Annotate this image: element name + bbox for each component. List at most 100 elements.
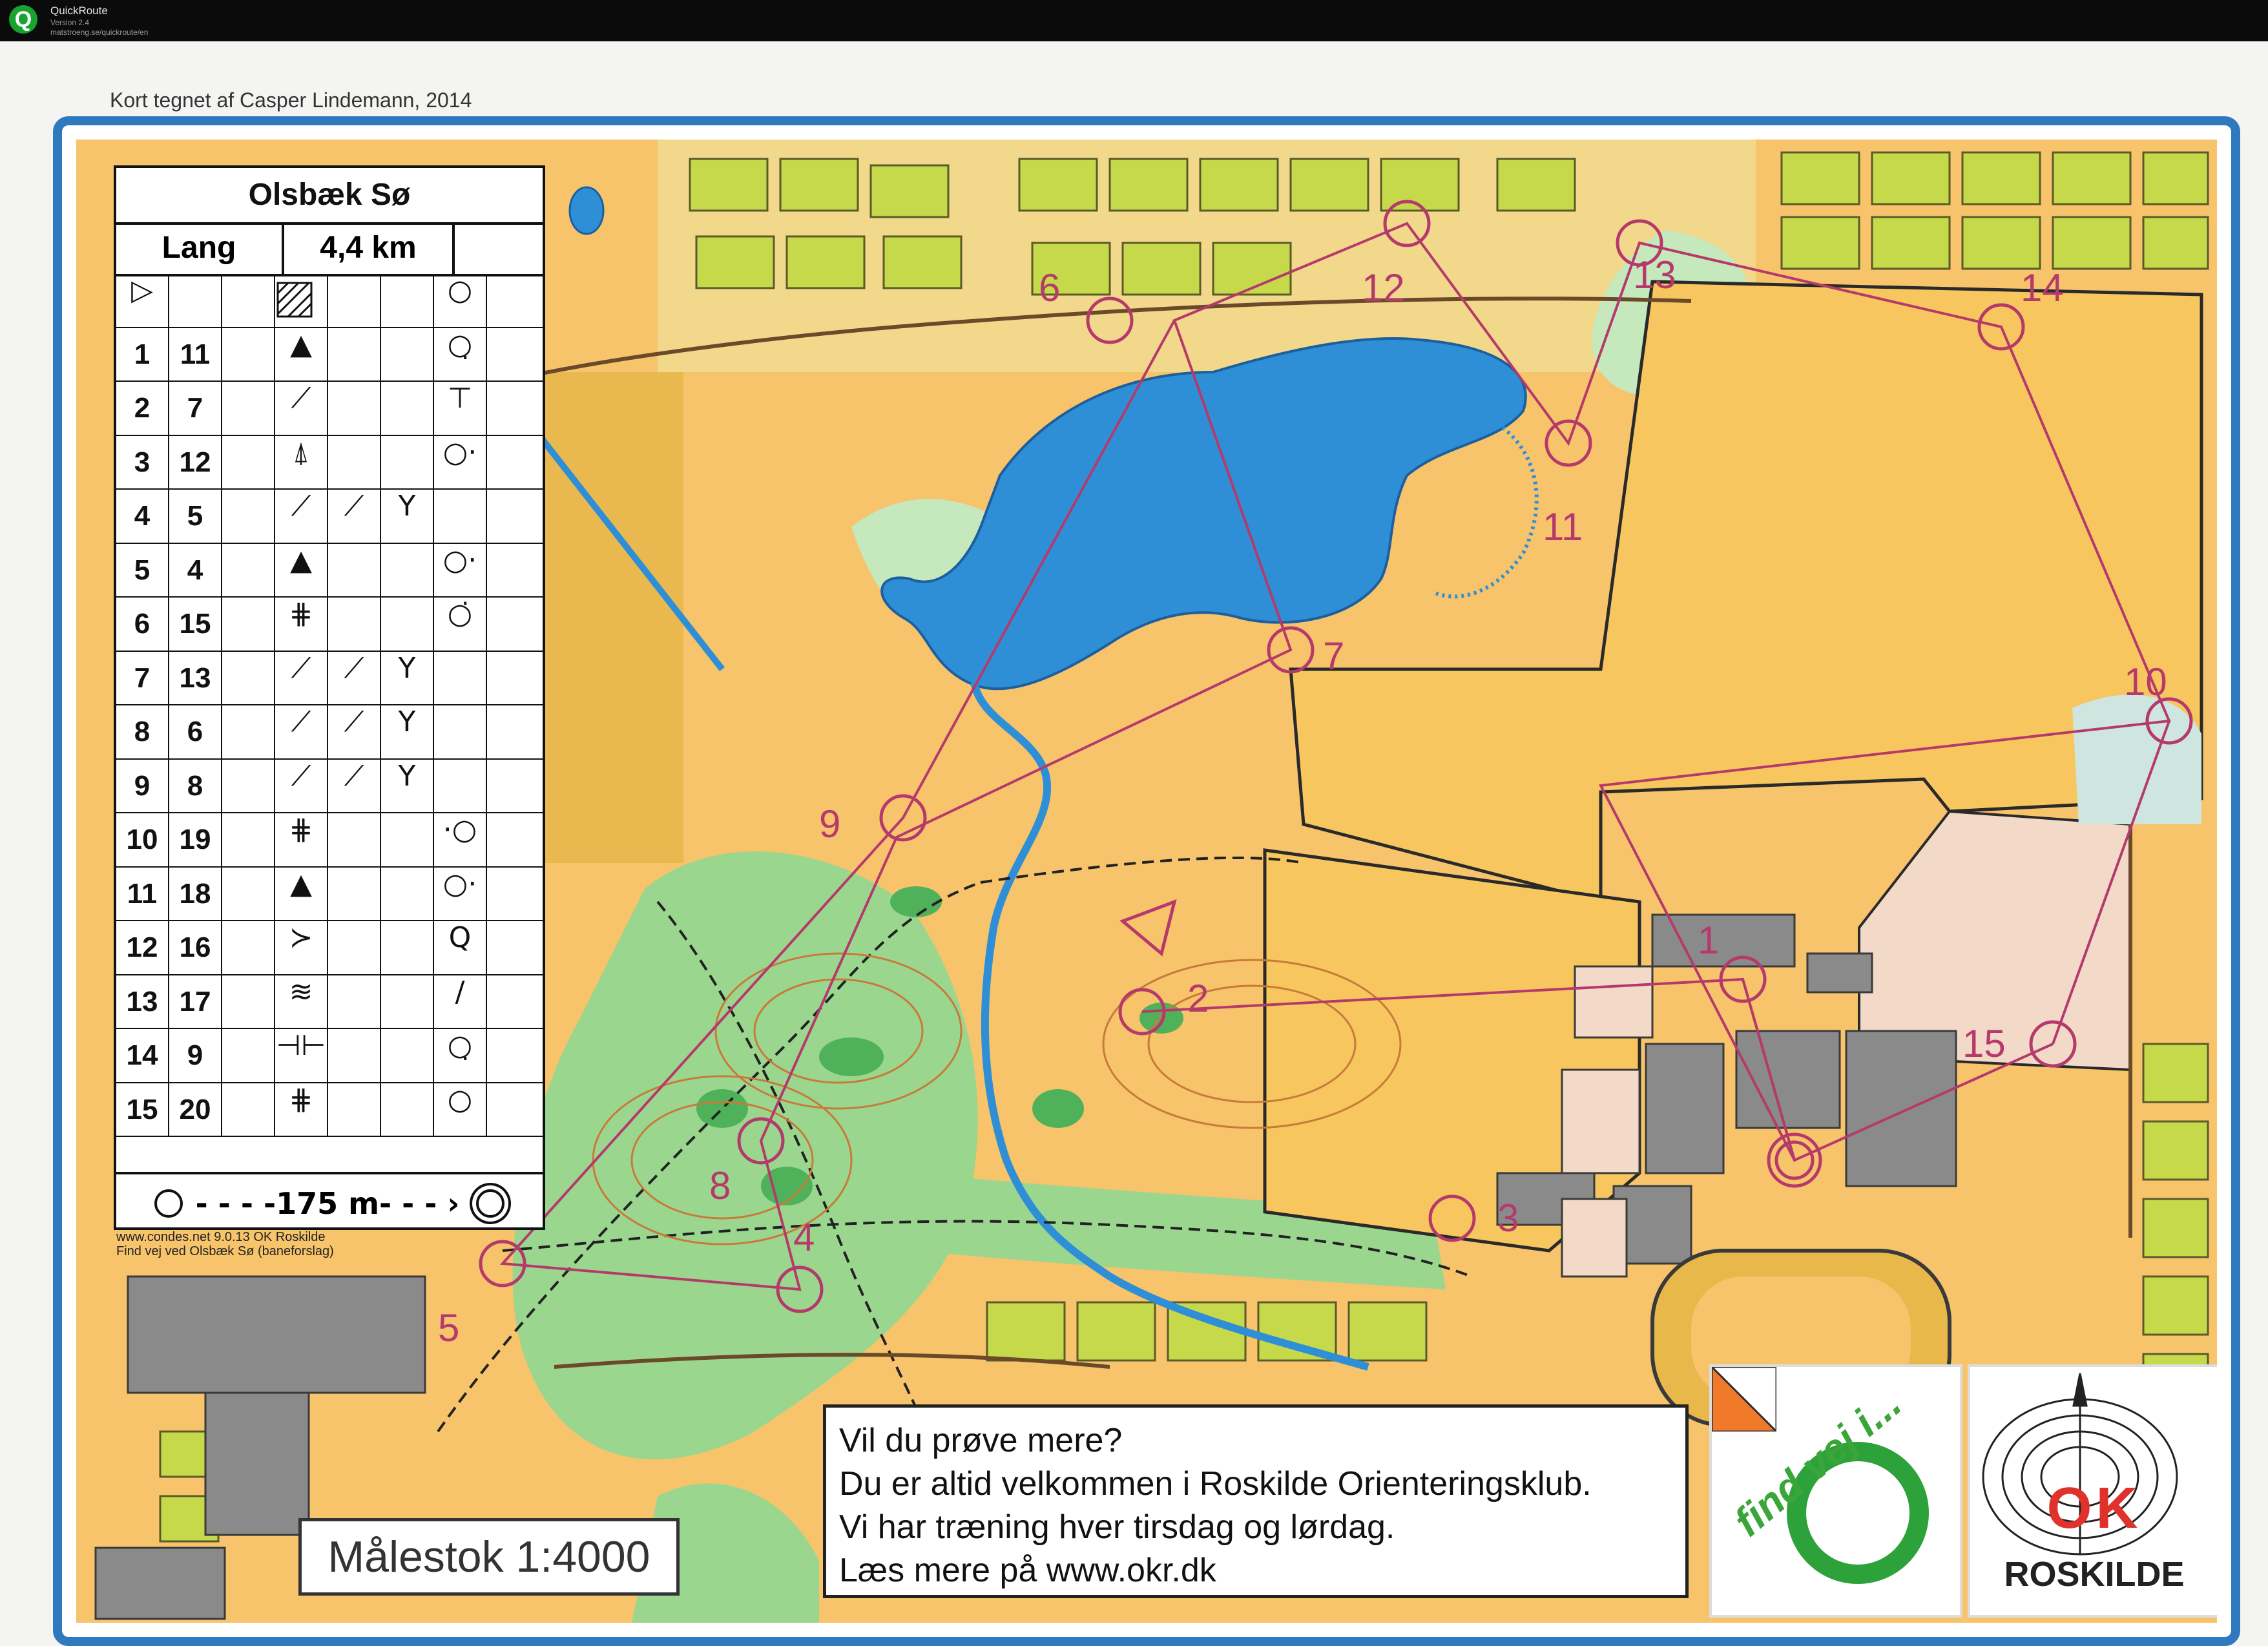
control-row: 1 11 ▲ ○̣ — [116, 328, 543, 382]
control-label-8: 8 — [709, 1164, 731, 1207]
feature-symbol-icon: ⋕ — [275, 813, 328, 866]
info-line-3: Vi har træning hver tirsdag og lørdag. — [839, 1508, 1395, 1546]
feature-symbol-icon: ⟋ — [328, 759, 381, 812]
control-sequence: 8 — [116, 705, 169, 758]
info-line-2: Du er altid velkommen i Roskilde Oriente… — [839, 1465, 1592, 1503]
feature-symbol-icon — [328, 1083, 381, 1136]
feature-symbol-icon — [381, 382, 434, 435]
control-description-grid: ▷ ○ 1 11 ▲ ○̣ 2 7 ⟋ ⊤ 3 12 ⍋ ○· 4 5 ⟋ ⟋ Y 5 4 ▲ ○· 6 15 ⋕ ○̇ 7 13 ⟋… — [116, 274, 543, 1137]
feature-symbol-icon: ▲ — [275, 867, 328, 920]
feature-symbol-icon: ⟋ — [328, 490, 381, 543]
hatched-area-icon — [275, 274, 328, 327]
control-row: 9 8 ⟋ ⟋ Y — [116, 759, 543, 813]
position-icon: ○ — [434, 274, 487, 327]
orienteering-flag-icon — [1712, 1367, 1776, 1432]
feature-symbol-icon: ≻ — [275, 921, 328, 974]
control-code: 5 — [169, 490, 222, 543]
position-symbol-icon: / — [434, 975, 487, 1028]
control-code: 18 — [169, 867, 222, 920]
position-symbol-icon: ○· — [434, 867, 487, 920]
orienteering-map[interactable]: 1 2 3 4 5 6 7 8 9 10 11 12 13 14 15 Olsb… — [76, 140, 2217, 1623]
feature-symbol-icon: Y — [381, 705, 434, 758]
control-row: 12 16 ≻ Q — [116, 921, 543, 975]
control-sequence: 5 — [116, 543, 169, 596]
control-sequence: 3 — [116, 435, 169, 488]
finish-start-circle-icon — [154, 1189, 183, 1218]
control-sequence: 15 — [116, 1083, 169, 1136]
feature-symbol-icon — [381, 867, 434, 920]
course-title: Olsbæk Sø — [116, 168, 543, 225]
feature-symbol-icon — [381, 435, 434, 488]
control-sequence: 11 — [116, 867, 169, 920]
control-label-11: 11 — [1543, 505, 1583, 548]
feature-symbol-icon: ⟋ — [275, 759, 328, 812]
position-symbol-icon: ○̣ — [434, 328, 487, 380]
control-label-3: 3 — [1497, 1196, 1519, 1240]
control-label-13: 13 — [1633, 253, 1676, 297]
app-version: Version 2.4 — [50, 18, 90, 27]
control-rows: 1 11 ▲ ○̣ 2 7 ⟋ ⊤ 3 12 ⍋ ○· 4 5 ⟋ ⟋ Y 5 4 ▲ ○· 6 15 ⋕ ○̇ 7 13 ⟋ ⟋ Y 8 6… — [116, 328, 543, 1137]
control-label-1: 1 — [1698, 919, 1719, 962]
feature-symbol-icon — [381, 921, 434, 974]
feature-symbol-icon — [381, 328, 434, 380]
finish-double-circle-icon — [476, 1189, 505, 1218]
course-small-print: www.condes.net 9.0.13 OK Roskilde Find v… — [116, 1230, 334, 1258]
start-row: ▷ ○ — [116, 274, 543, 328]
position-symbol-icon — [434, 705, 487, 758]
app-name: QuickRoute — [50, 5, 108, 17]
title-bar: Q QuickRoute Version 2.4 matstroeng.se/q… — [0, 0, 2268, 41]
feature-symbol-icon: ⟋ — [275, 651, 328, 704]
feature-symbol-icon — [328, 382, 381, 435]
control-row: 3 12 ⍋ ○· — [116, 435, 543, 490]
start-triangle-icon: ▷ — [116, 274, 169, 327]
control-code: 11 — [169, 328, 222, 380]
course-length: 4,4 km — [284, 222, 455, 274]
control-label-4: 4 — [793, 1216, 815, 1259]
control-row: 4 5 ⟋ ⟋ Y — [116, 490, 543, 544]
feature-symbol-icon — [328, 1029, 381, 1082]
finish-distance: - - - -175 m- - - › — [195, 1185, 460, 1221]
position-symbol-icon: ⊤ — [434, 382, 487, 435]
map-credit: Kort tegnet af Casper Lindemann, 2014 — [110, 89, 472, 112]
feature-symbol-icon: ⟋ — [328, 651, 381, 704]
control-label-2: 2 — [1187, 977, 1209, 1020]
control-label-14: 14 — [2021, 266, 2064, 309]
control-code: 17 — [169, 975, 222, 1028]
feature-symbol-icon — [381, 1029, 434, 1082]
control-code: 12 — [169, 435, 222, 488]
feature-symbol-icon: ⍋ — [275, 435, 328, 488]
control-row: 5 4 ▲ ○· — [116, 543, 543, 598]
quickroute-logo-icon: Q — [9, 5, 37, 34]
control-sequence: 7 — [116, 651, 169, 704]
position-symbol-icon: ○̣ — [434, 1029, 487, 1082]
app-url[interactable]: matstroeng.se/quickroute/en — [50, 28, 148, 37]
position-symbol-icon — [434, 759, 487, 812]
control-label-15: 15 — [1962, 1022, 2006, 1065]
club-info-box: Vil du prøve mere? Du er altid velkommen… — [823, 1404, 1689, 1598]
control-sequence: 14 — [116, 1029, 169, 1082]
position-symbol-icon — [434, 490, 487, 543]
feature-symbol-icon — [381, 975, 434, 1028]
position-symbol-icon: ○ — [434, 1083, 487, 1136]
control-row: 13 17 ≋ / — [116, 975, 543, 1029]
control-row: 15 20 ⋕ ○ — [116, 1083, 543, 1137]
feature-symbol-icon: ⟋ — [328, 705, 381, 758]
info-line-1: Vil du prøve mere? — [839, 1422, 1123, 1459]
position-symbol-icon: ○· — [434, 435, 487, 488]
feature-symbol-icon — [381, 543, 434, 596]
position-symbol-icon: ○̇ — [434, 598, 487, 651]
map-scale: Målestok 1:4000 — [298, 1518, 680, 1596]
control-row: 11 18 ▲ ○· — [116, 867, 543, 921]
control-description-sheet: Olsbæk Sø Lang 4,4 km ▷ ○ 1 11 ▲ ○̣ 2 7 … — [114, 165, 545, 1230]
feature-symbol-icon: ⟋ — [275, 705, 328, 758]
position-symbol-icon — [434, 651, 487, 704]
feature-symbol-icon — [381, 598, 434, 651]
control-code: 20 — [169, 1083, 222, 1136]
feature-symbol-icon — [328, 435, 381, 488]
club-name: ROSKILDE — [2004, 1555, 2185, 1594]
feature-symbol-icon — [381, 1083, 434, 1136]
control-sequence: 4 — [116, 490, 169, 543]
feature-symbol-icon: Y — [381, 490, 434, 543]
ok-roskilde-logo: OK ROSKILDE — [1968, 1364, 2217, 1618]
map-sheet: Kort tegnet af Casper Lindemann, 2014 1 … — [0, 41, 2268, 1646]
